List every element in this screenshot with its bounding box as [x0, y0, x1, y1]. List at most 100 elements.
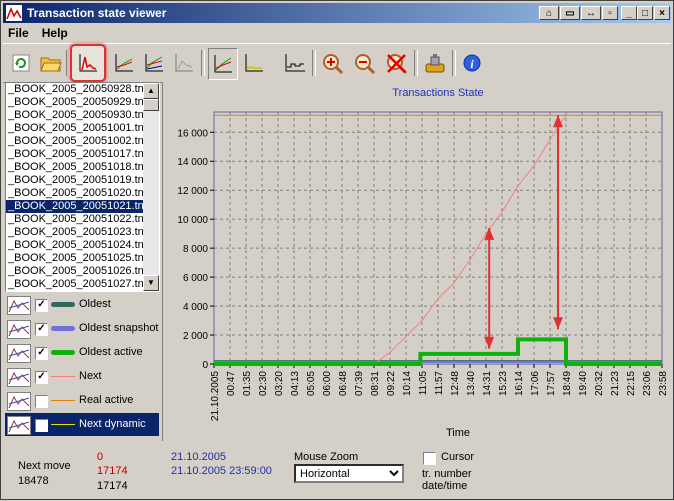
- file-list-item[interactable]: _BOOK_2005_20051022.tn: [6, 213, 159, 226]
- file-list-item[interactable]: _BOOK_2005_20050928.tn: [6, 83, 159, 96]
- menu-help[interactable]: Help: [37, 24, 73, 42]
- file-list-item[interactable]: _BOOK_2005_20051021.tn: [6, 200, 159, 213]
- y-tick-label: 8 000: [183, 244, 208, 255]
- series-checkbox[interactable]: ✓: [35, 323, 48, 336]
- chart-step-button[interactable]: [280, 48, 308, 78]
- x-tick-label: 03:20: [274, 371, 285, 396]
- y-tick-label: 10 000: [177, 215, 208, 226]
- file-list-scrollbar[interactable]: ▲ ▼: [143, 83, 159, 291]
- file-list-item[interactable]: _BOOK_2005_20051019.tn: [6, 174, 159, 187]
- scroll-thumb[interactable]: [143, 99, 159, 111]
- chart-gray-button[interactable]: [170, 48, 198, 78]
- file-list-item[interactable]: _BOOK_2005_20051026.tn: [6, 265, 159, 278]
- menu-bar: File Help: [3, 24, 671, 42]
- open-button[interactable]: [36, 48, 64, 78]
- zoom-out-icon: [355, 54, 376, 75]
- x-tick-label: 06:00: [322, 371, 333, 396]
- file-list-item[interactable]: _BOOK_2005_20051002.tn: [6, 135, 159, 148]
- series-swatch: [51, 326, 75, 331]
- y-tick-label: 0: [202, 360, 208, 371]
- window-title: Transaction state viewer: [27, 6, 167, 20]
- title-bar: Transaction state viewer ⌂ ▭ ↔ ▫ _ □ ×: [3, 3, 671, 23]
- zoom-in-button[interactable]: [318, 48, 346, 78]
- date-from: 21.10.2005: [171, 451, 227, 463]
- zoom-out-button[interactable]: [350, 48, 378, 78]
- file-list-item[interactable]: _BOOK_2005_20051020.tn: [6, 187, 159, 200]
- move-icon[interactable]: ↔: [581, 6, 601, 20]
- minimize-button[interactable]: _: [621, 6, 637, 20]
- series-checkbox[interactable]: ✓: [35, 347, 48, 360]
- next-move-label: Next move: [18, 460, 71, 472]
- close-button[interactable]: ×: [654, 6, 670, 20]
- series-checkbox[interactable]: ✓: [35, 371, 48, 384]
- series-checkbox[interactable]: [35, 395, 48, 408]
- series-checkbox[interactable]: ✓: [35, 299, 48, 312]
- file-list-item[interactable]: _BOOK_2005_20051023.tn: [6, 226, 159, 239]
- series-icon: [7, 296, 31, 315]
- x-tick-label: 12:48: [450, 371, 461, 396]
- x-tick-label: 21:23: [610, 371, 621, 396]
- file-list-item[interactable]: _BOOK_2005_20051024.tn: [6, 239, 159, 252]
- scroll-up-button[interactable]: ▲: [143, 83, 159, 99]
- chart-next-button[interactable]: [70, 44, 106, 82]
- chart-yellow-button[interactable]: [240, 48, 268, 78]
- series-icon: [7, 320, 31, 339]
- separator: [201, 50, 205, 76]
- open-folder-icon: [40, 57, 62, 72]
- legend-row[interactable]: ✓ Oldest snapshot: [5, 317, 159, 340]
- zoom-reset-button[interactable]: [382, 48, 410, 78]
- toolbar: i: [3, 43, 671, 83]
- series-label: Next: [79, 370, 102, 382]
- mouse-zoom-select[interactable]: Horizontal: [294, 464, 404, 483]
- plugin-icon: [425, 54, 445, 73]
- series-label: Real active: [79, 394, 134, 406]
- x-tick-label: 10:14: [402, 371, 413, 396]
- plugin-button[interactable]: [420, 48, 448, 78]
- x-tick-label: 17:57: [546, 371, 557, 396]
- next-move-value: 18478: [18, 475, 49, 487]
- legend-row[interactable]: ✓ Oldest active: [5, 341, 159, 364]
- y-tick-label: 4 000: [183, 302, 208, 313]
- y-tick-label: 2 000: [183, 331, 208, 342]
- y-tick-label: 14 000: [177, 157, 208, 168]
- legend-row[interactable]: Real active: [5, 389, 159, 412]
- file-list-item[interactable]: _BOOK_2005_20051027.tn: [6, 278, 159, 291]
- separator: [312, 50, 316, 76]
- chart-view-button[interactable]: [208, 48, 238, 80]
- file-list-item[interactable]: _BOOK_2005_20051017.tn: [6, 148, 159, 161]
- chart-multi-button[interactable]: [110, 48, 138, 78]
- x-tick-label: 04:13: [290, 371, 301, 396]
- file-list-item[interactable]: _BOOK_2005_20051001.tn: [6, 122, 159, 135]
- x-tick-label: 05:05: [306, 371, 317, 396]
- file-list-item[interactable]: _BOOK_2005_20050929.tn: [6, 96, 159, 109]
- series-swatch: [51, 350, 75, 355]
- legend-row[interactable]: ✓ Next: [5, 365, 159, 388]
- x-tick-label: 23:06: [642, 371, 653, 396]
- file-list-item[interactable]: _BOOK_2005_20051018.tn: [6, 161, 159, 174]
- file-list-item[interactable]: _BOOK_2005_20051025.tn: [6, 252, 159, 265]
- cursor-checkbox[interactable]: [423, 452, 436, 465]
- refresh-button[interactable]: [7, 48, 35, 78]
- series-checkbox[interactable]: [35, 419, 48, 432]
- value-red-1: 0: [97, 451, 104, 463]
- menu-file[interactable]: File: [3, 24, 34, 42]
- value-black: 17174: [97, 480, 128, 492]
- file-list[interactable]: _BOOK_2005_20050928.tn _BOOK_2005_2005092…: [5, 82, 160, 292]
- legend-row[interactable]: ✓ Oldest: [5, 293, 159, 316]
- transactions-chart[interactable]: Transactions State 0 2 000 4 000 6 000 8 000 1…: [163, 82, 671, 441]
- x-tick-label: 21.10.2005: [210, 371, 221, 421]
- maximize-button[interactable]: □: [637, 6, 653, 20]
- restore-icon[interactable]: ▭: [560, 6, 580, 20]
- window-icon[interactable]: ▫: [602, 6, 618, 20]
- file-list-item[interactable]: _BOOK_2005_20050930.tn: [6, 109, 159, 122]
- chart-multi-2-button[interactable]: [140, 48, 168, 78]
- y-tick-label: 16 000: [177, 128, 208, 139]
- x-tick-label: 19:40: [578, 371, 589, 396]
- scroll-down-button[interactable]: ▼: [143, 275, 159, 291]
- main-window: Transaction state viewer ⌂ ▭ ↔ ▫ _ □ × F…: [0, 0, 674, 500]
- info-button[interactable]: i: [458, 48, 486, 78]
- x-tick-label: 13:40: [466, 371, 477, 396]
- chart-title: Transactions State: [392, 87, 483, 99]
- legend-row[interactable]: Next dynamic: [5, 413, 159, 436]
- system-menu-icon[interactable]: ⌂: [539, 6, 559, 20]
